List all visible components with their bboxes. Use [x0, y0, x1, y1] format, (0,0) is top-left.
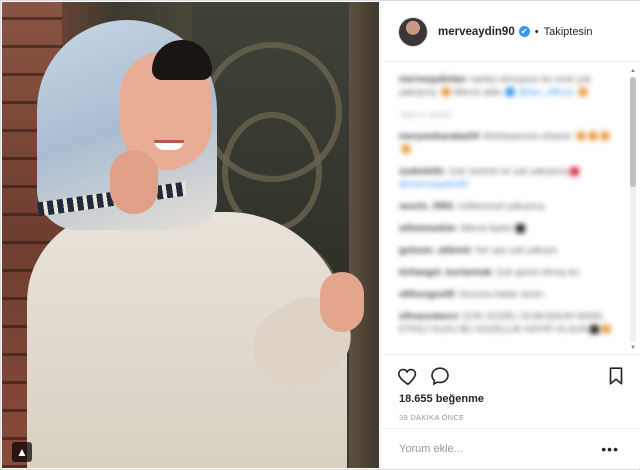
emoji-icon [505, 87, 516, 98]
right-hand [320, 272, 364, 332]
user-tag-icon[interactable]: ▲ [12, 442, 32, 462]
likes-count[interactable]: 18.655 beğenme [399, 393, 484, 405]
list-item: merveaydinfan harika olmuşsun bu renk çok… [399, 74, 591, 98]
action-row [397, 365, 627, 389]
scroll-up-icon[interactable]: ▲ [629, 67, 637, 75]
separator-dot: • [534, 25, 539, 38]
heart-outline-icon[interactable] [397, 365, 419, 387]
list-item: Takip et, yanıtla [399, 110, 452, 119]
list-item: sudeekilic Çok sevimli ve çok yakışmış @m… [399, 165, 612, 191]
add-comment-bar: ••• [381, 428, 640, 468]
list-item: nesrin_0591 mükemmel yakışmış [399, 201, 545, 212]
heart-icon [570, 166, 580, 176]
list-item: elfnazsekerci ÇOK GÜZEL OLMUŞSUN NASIL ET… [399, 310, 612, 336]
comments-scrollbar[interactable]: ▲ ▼ [629, 67, 637, 352]
more-options-icon[interactable]: ••• [601, 441, 619, 457]
side-panel: merveaydin90 ✔ • Takiptesin merveaydinfa… [380, 2, 640, 468]
verified-badge-icon: ✔ [518, 26, 530, 37]
list-item: meryemkaratas04 Muhteşemsin efsane [399, 130, 612, 156]
comment-input[interactable] [399, 439, 589, 459]
list-item: elifnurgoz00 Sonuna kadar senin [399, 289, 544, 300]
emoji-icon [575, 131, 586, 142]
action-bar: 18.655 beğenme 39 DAKİKA ÖNCE [381, 354, 640, 438]
emoji-icon [599, 131, 610, 142]
list-item: elifsimsekler Merve Aydın [399, 222, 612, 235]
wooden-door [349, 2, 379, 468]
heart-icon [590, 324, 600, 334]
avatar[interactable] [398, 16, 428, 47]
left-hand [110, 150, 158, 214]
list-item: gulsum_aldemir her şey çok yakıyor [399, 245, 558, 256]
scroll-thumb[interactable] [630, 77, 636, 187]
emoji-icon [587, 131, 598, 142]
post-frame: ▲ merveaydin90 ✔ • Takiptesin merveaydin… [0, 0, 640, 470]
scroll-track[interactable] [630, 77, 636, 342]
scroll-down-icon[interactable]: ▼ [629, 344, 637, 352]
post-timestamp: 39 DAKİKA ÖNCE [399, 413, 465, 422]
emoji-icon [601, 324, 612, 335]
emoji-icon [401, 144, 411, 155]
list-item: kirliaegol_kurtarmak Çok güzel olmuş bu [399, 267, 580, 278]
bookmark-icon[interactable] [605, 365, 627, 387]
post-photo[interactable]: ▲ [2, 2, 379, 468]
follow-status-button[interactable]: Takiptesin [544, 26, 593, 38]
comments-list: merveaydinfan harika olmuşsun bu renk çok… [381, 63, 626, 353]
post-header: merveaydin90 ✔ • Takiptesin [381, 2, 640, 62]
heart-icon [515, 223, 525, 233]
author-username[interactable]: merveaydin90 [438, 26, 515, 38]
emoji-icon [441, 87, 452, 98]
speech-bubble-icon[interactable] [429, 365, 451, 387]
emoji-icon [577, 87, 588, 98]
